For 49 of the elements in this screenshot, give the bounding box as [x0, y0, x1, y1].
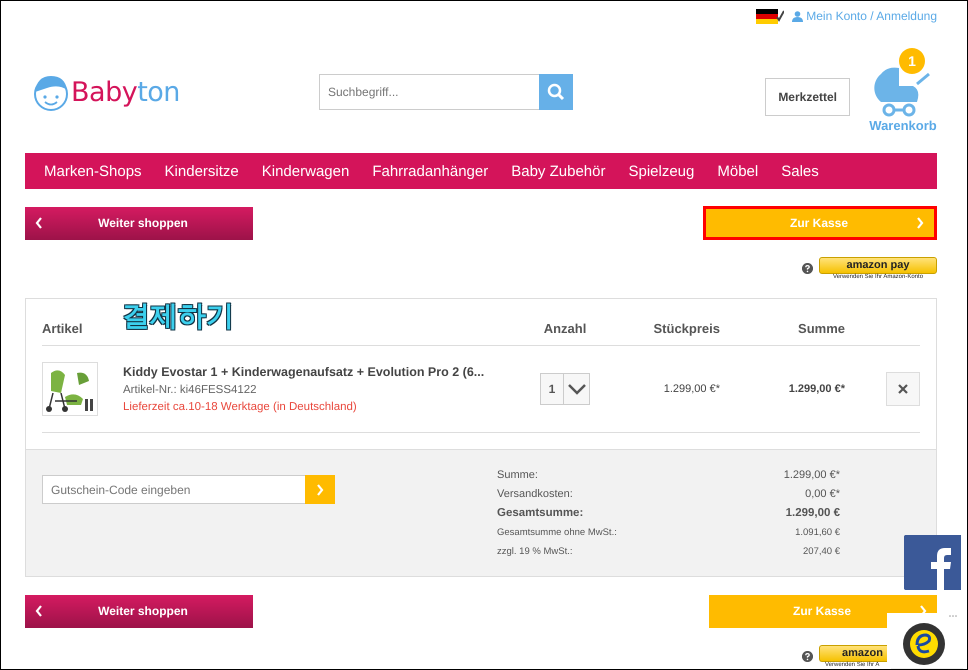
nav-item[interactable]: Spielzeug — [628, 162, 694, 180]
search-icon — [547, 83, 565, 101]
product-name[interactable]: Kiddy Evostar 1 + Kinderwagenaufsatz + Evolution Pro 2 (6... — [123, 365, 484, 379]
column-header: Summe — [797, 320, 845, 336]
nav-item[interactable]: Marken-Shops — [44, 162, 142, 180]
chevron-right-icon — [916, 217, 924, 229]
summary-label: Gesamtsumme ohne MwSt.: — [497, 526, 618, 540]
summary-value: 1.091,60 € — [794, 526, 840, 540]
chevron-left-icon — [35, 605, 43, 617]
summary-value: 1.299,00 € — [784, 506, 840, 521]
nav-item[interactable]: Möbel — [717, 162, 758, 180]
chevron-left-icon — [35, 217, 43, 229]
nav-item[interactable]: Sales — [781, 162, 819, 180]
nav-item[interactable]: Kindersitze — [164, 162, 239, 180]
facebook-icon[interactable] — [904, 535, 961, 590]
column-header: Anzahl — [542, 320, 588, 336]
column-header: Artikel — [42, 320, 84, 336]
user-icon — [792, 10, 804, 22]
chevron-right-icon — [316, 484, 324, 496]
close-icon — [898, 384, 908, 394]
nav-item[interactable]: Baby Zubehör — [511, 162, 606, 180]
search-field[interactable]: Suchbegriff... — [319, 74, 539, 110]
nav-item[interactable]: Fahrradanhänger — [372, 162, 488, 180]
german-flag-icon[interactable] — [756, 8, 784, 24]
summary-value: 0,00 €* — [804, 487, 840, 502]
continue-shopping-button[interactable]: Weiter shoppen — [25, 594, 253, 628]
annotation-text: 결제하기 — [122, 298, 234, 334]
summary-label: Versandkosten: — [497, 487, 574, 502]
continue-shopping-button[interactable]: Weiter shoppen — [25, 206, 253, 240]
summary-value: 207,40 € — [802, 545, 840, 559]
unit-price: 1.299,00 €* — [662, 383, 720, 395]
column-header: Stückpreis — [652, 320, 720, 336]
nav-item[interactable]: Kinderwagen — [262, 162, 350, 180]
line-total: 1.299,00 €* — [788, 383, 845, 395]
quantity-select[interactable]: 1 — [540, 373, 590, 405]
cart-count-badge: 1 — [899, 48, 925, 74]
summary-label: Summe: — [497, 468, 539, 483]
remove-button[interactable] — [886, 372, 920, 406]
help-icon[interactable] — [802, 650, 813, 662]
summary-label: Gesamtsumme: — [497, 506, 584, 521]
voucher-field[interactable]: Gutschein-Code eingeben — [42, 475, 305, 504]
delivery-time: Lieferzeit ca.10-18 Werktage (in Deutschland) — [123, 401, 358, 413]
logo-text: Babyton — [71, 76, 180, 108]
wishlist-button[interactable]: Merkzettel — [765, 78, 850, 116]
caret-icon — [568, 384, 586, 394]
article-number: Artikel-Nr.: ki46FESS4122 — [123, 384, 258, 396]
summary-value: 1.299,00 €* — [784, 468, 840, 483]
summary-label: zzgl. 19 % MwSt.: — [497, 545, 574, 559]
help-icon[interactable] — [802, 262, 813, 274]
